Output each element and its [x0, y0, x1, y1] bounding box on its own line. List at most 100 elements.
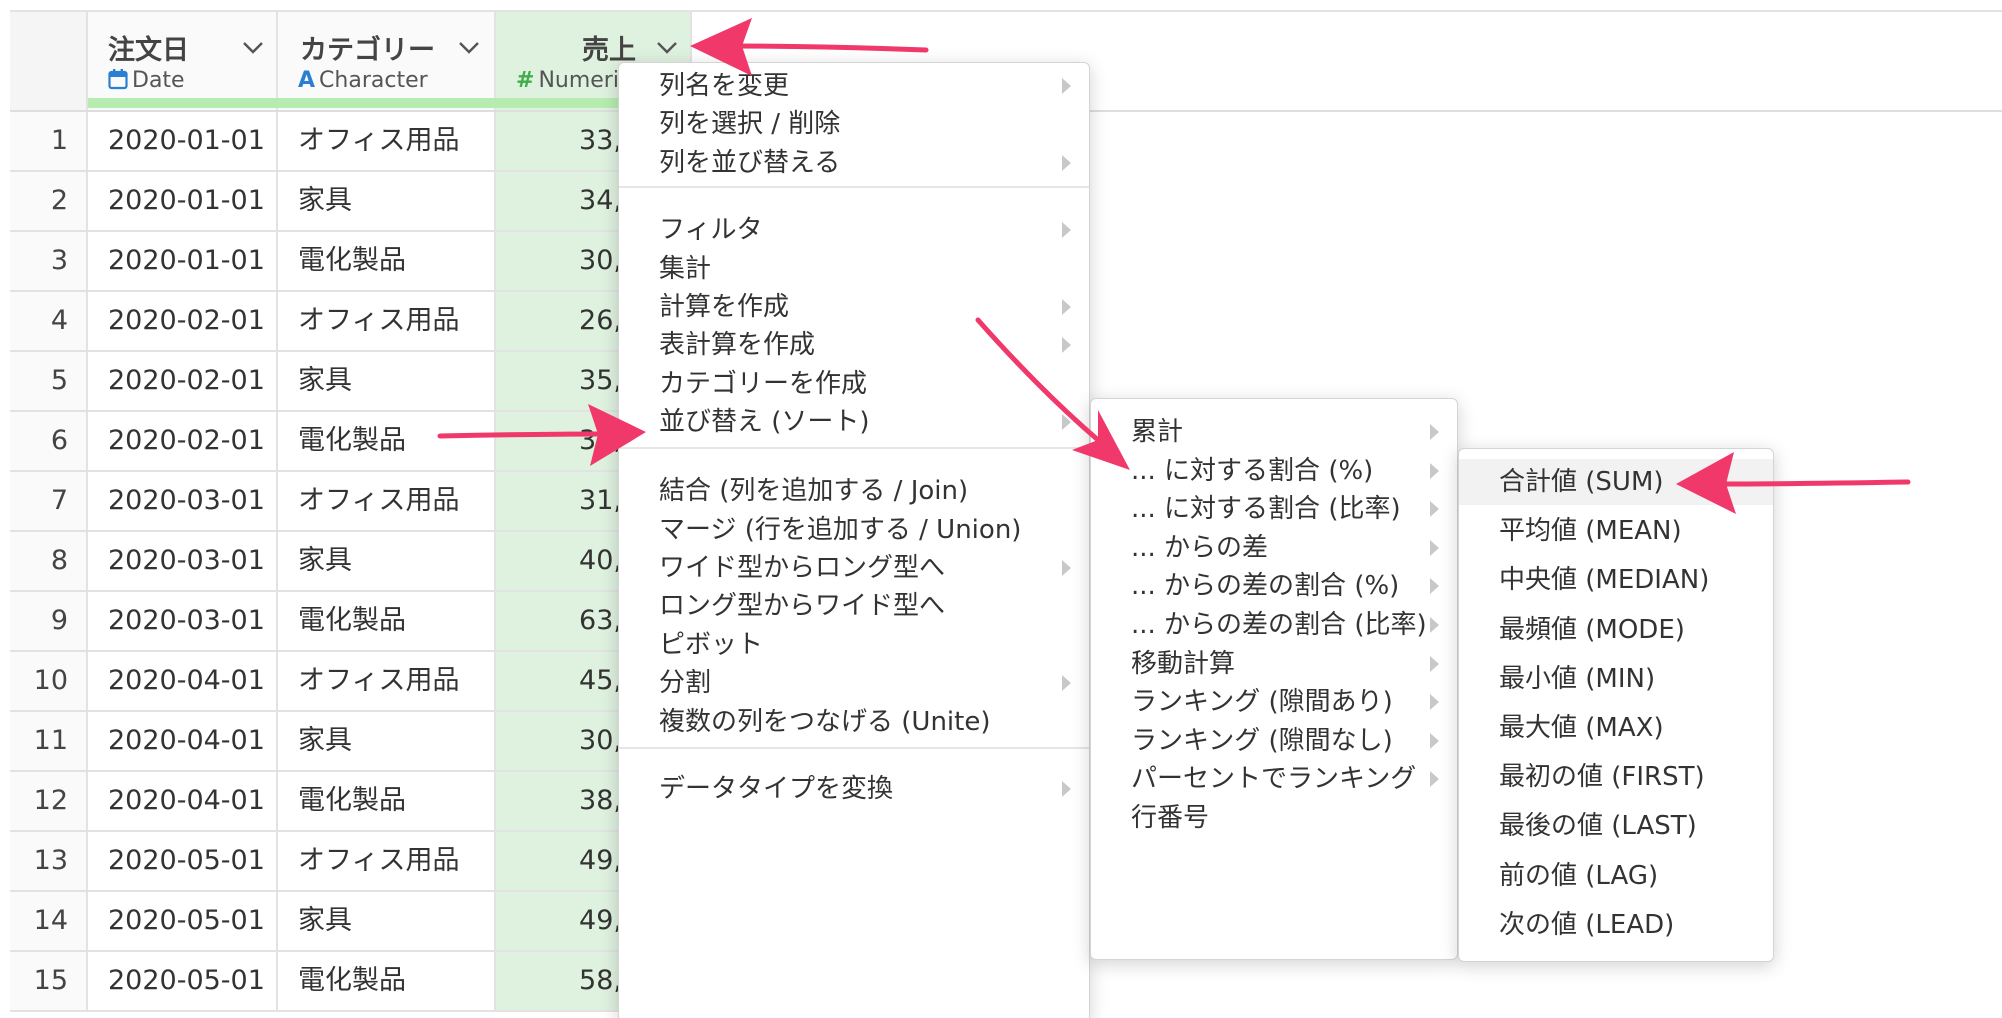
- cell-sales[interactable]: 58,: [496, 952, 628, 1012]
- submenu-arrow-icon: [1430, 539, 1439, 556]
- cell-sales[interactable]: 34,: [496, 172, 628, 232]
- cell-category[interactable]: オフィス用品: [278, 652, 496, 712]
- cell-order-date[interactable]: 2020-01-01: [88, 112, 278, 172]
- cell-category[interactable]: 電化製品: [278, 412, 496, 472]
- cell-order-date[interactable]: 2020-01-01: [88, 232, 278, 292]
- row-number[interactable]: 14: [10, 892, 88, 952]
- cell-category[interactable]: オフィス用品: [278, 292, 496, 352]
- cell-category[interactable]: 電化製品: [278, 592, 496, 652]
- menu-item-label: 並び替え (ソート): [659, 407, 870, 437]
- cell-order-date[interactable]: 2020-02-01: [88, 292, 278, 352]
- row-number[interactable]: 3: [10, 232, 88, 292]
- row-number[interactable]: 5: [10, 352, 88, 412]
- row-number[interactable]: 7: [10, 472, 88, 532]
- aggregate-option[interactable]: 前の値 (LAG): [1459, 853, 1773, 899]
- aggregate-option[interactable]: 最小値 (MIN): [1459, 656, 1773, 702]
- cell-order-date[interactable]: 2020-03-01: [88, 592, 278, 652]
- row-number[interactable]: 12: [10, 772, 88, 832]
- column-header-category[interactable]: カテゴリー A Character: [278, 12, 496, 110]
- cell-sales[interactable]: 35,: [496, 352, 628, 412]
- cell-sales[interactable]: 63,: [496, 592, 628, 652]
- column-type-label: Date: [132, 68, 185, 93]
- submenu-item[interactable]: 行番号: [1091, 795, 1457, 841]
- calendar-icon: [108, 69, 128, 90]
- table-calculation-submenu: 累計... に対する割合 (%)... に対する割合 (比率)... からの差.…: [1090, 398, 1458, 960]
- cell-category[interactable]: 家具: [278, 352, 496, 412]
- cell-sales[interactable]: 30,: [496, 232, 628, 292]
- submenu-arrow-icon: [1430, 462, 1439, 479]
- row-number[interactable]: 8: [10, 532, 88, 592]
- cell-sales[interactable]: 31,: [496, 472, 628, 532]
- cell-category[interactable]: 家具: [278, 172, 496, 232]
- cell-order-date[interactable]: 2020-04-01: [88, 652, 278, 712]
- menu-separator: [619, 447, 1089, 449]
- menu-item-label: 最頻値 (MODE): [1499, 614, 1685, 645]
- cell-order-date[interactable]: 2020-03-01: [88, 472, 278, 532]
- submenu-arrow-icon: [1062, 675, 1071, 691]
- submenu-arrow-icon: [1430, 578, 1439, 595]
- row-number[interactable]: 4: [10, 292, 88, 352]
- menu-item[interactable]: 並び替え (ソート): [619, 399, 1089, 445]
- aggregate-option[interactable]: 最頻値 (MODE): [1459, 607, 1773, 653]
- cell-category[interactable]: オフィス用品: [278, 832, 496, 892]
- cell-category[interactable]: 電化製品: [278, 952, 496, 1012]
- row-number[interactable]: 9: [10, 592, 88, 652]
- cell-sales[interactable]: 40,: [496, 532, 628, 592]
- chevron-down-icon[interactable]: [654, 34, 680, 60]
- cell-order-date[interactable]: 2020-05-01: [88, 892, 278, 952]
- cell-category[interactable]: オフィス用品: [278, 472, 496, 532]
- menu-item[interactable]: 列を並び替える: [619, 140, 1089, 186]
- aggregate-option[interactable]: 最初の値 (FIRST): [1459, 754, 1773, 800]
- cell-sales[interactable]: 30,: [496, 712, 628, 772]
- aggregate-option[interactable]: 合計値 (SUM): [1459, 459, 1773, 505]
- column-type: # Numeric: [516, 68, 631, 93]
- aggregate-option[interactable]: 最大値 (MAX): [1459, 705, 1773, 751]
- aggregate-option[interactable]: 最後の値 (LAST): [1459, 803, 1773, 849]
- cell-order-date[interactable]: 2020-04-01: [88, 772, 278, 832]
- menu-separator: [619, 747, 1089, 749]
- row-number[interactable]: 1: [10, 112, 88, 172]
- cell-category[interactable]: 家具: [278, 892, 496, 952]
- submenu-arrow-icon: [1062, 414, 1071, 430]
- cell-sales[interactable]: 49,: [496, 892, 628, 952]
- chevron-down-icon[interactable]: [240, 34, 266, 60]
- cell-category[interactable]: 電化製品: [278, 772, 496, 832]
- cell-category[interactable]: 家具: [278, 532, 496, 592]
- chevron-down-icon[interactable]: [456, 34, 482, 60]
- cell-order-date[interactable]: 2020-02-01: [88, 412, 278, 472]
- cell-order-date[interactable]: 2020-04-01: [88, 712, 278, 772]
- row-number[interactable]: 11: [10, 712, 88, 772]
- column-name: カテゴリー: [300, 35, 435, 66]
- aggregate-option[interactable]: 次の値 (LEAD): [1459, 902, 1773, 948]
- submenu-arrow-icon: [1062, 155, 1071, 171]
- row-number[interactable]: 6: [10, 412, 88, 472]
- cell-category[interactable]: 電化製品: [278, 232, 496, 292]
- menu-item[interactable]: データタイプを変換: [619, 766, 1089, 812]
- submenu-arrow-icon: [1430, 732, 1439, 749]
- aggregate-option[interactable]: 平均値 (MEAN): [1459, 508, 1773, 554]
- menu-item-label: 前の値 (LAG): [1499, 860, 1659, 891]
- aggregate-option[interactable]: 中央値 (MEDIAN): [1459, 557, 1773, 603]
- row-number[interactable]: 2: [10, 172, 88, 232]
- submenu-arrow-icon: [1062, 299, 1071, 315]
- cell-sales[interactable]: 45,: [496, 652, 628, 712]
- row-number[interactable]: 10: [10, 652, 88, 712]
- row-number[interactable]: 15: [10, 952, 88, 1012]
- cell-sales[interactable]: 26,: [496, 292, 628, 352]
- column-header-order-date[interactable]: 注文日 Date: [88, 12, 278, 110]
- cell-order-date[interactable]: 2020-01-01: [88, 172, 278, 232]
- menu-item[interactable]: 複数の列をつなげる (Unite): [619, 699, 1089, 745]
- cell-category[interactable]: 家具: [278, 712, 496, 772]
- row-number[interactable]: 13: [10, 832, 88, 892]
- menu-separator: [619, 186, 1089, 188]
- cell-order-date[interactable]: 2020-05-01: [88, 832, 278, 892]
- cell-sales[interactable]: 32,: [496, 412, 628, 472]
- submenu-arrow-icon: [1430, 617, 1439, 633]
- cell-sales[interactable]: 33,: [496, 112, 628, 172]
- cell-sales[interactable]: 38,: [496, 772, 628, 832]
- cell-order-date[interactable]: 2020-05-01: [88, 952, 278, 1012]
- cell-sales[interactable]: 49,: [496, 832, 628, 892]
- cell-order-date[interactable]: 2020-03-01: [88, 532, 278, 592]
- cell-order-date[interactable]: 2020-02-01: [88, 352, 278, 412]
- cell-category[interactable]: オフィス用品: [278, 112, 496, 172]
